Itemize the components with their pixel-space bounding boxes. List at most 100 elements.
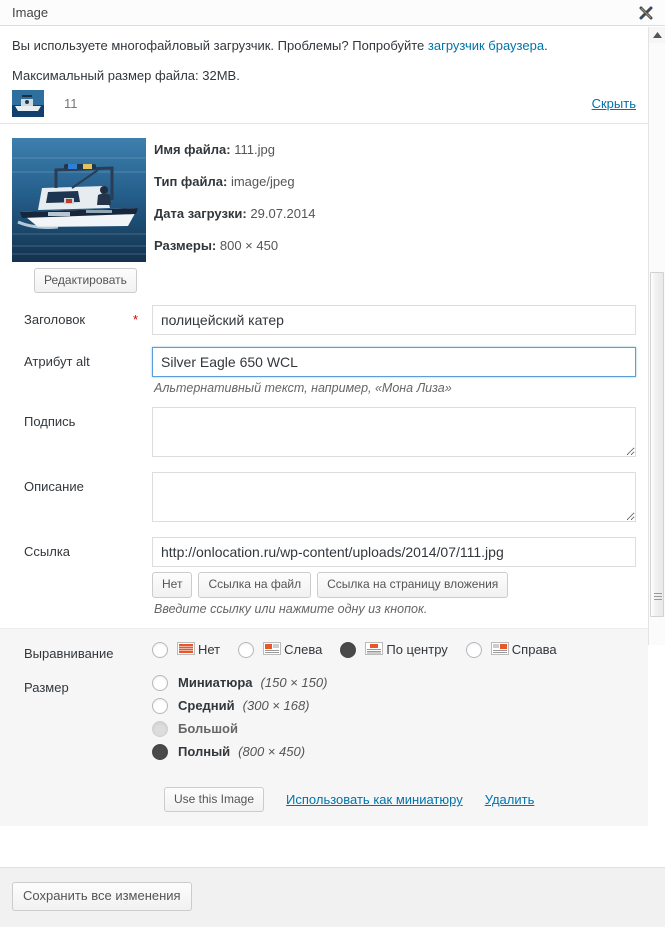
alignment-option-left[interactable]: Слева bbox=[238, 641, 323, 658]
link-none-button[interactable]: Нет bbox=[152, 572, 193, 598]
alignment-label: Выравнивание bbox=[24, 645, 114, 661]
scrollbar-thumb[interactable] bbox=[650, 272, 664, 617]
title-field-label-text: Заголовок bbox=[24, 312, 86, 328]
meta-dimensions: Размеры: 800 × 450 bbox=[154, 238, 315, 253]
meta-filetype: Тип файла: image/jpeg bbox=[154, 174, 315, 189]
field-row-caption: Подпись bbox=[12, 407, 636, 460]
attachment-details: Редактировать Имя файла: 111.jpg Тип фай… bbox=[0, 124, 648, 294]
attachment-thumbnail bbox=[12, 137, 146, 262]
edit-image-button[interactable]: Редактировать bbox=[34, 267, 137, 294]
dialog-scroll-region: Вы используете многофайловый загрузчик. … bbox=[0, 27, 665, 927]
caption-field-control bbox=[152, 407, 636, 460]
browser-uploader-link[interactable]: загрузчик браузера bbox=[428, 38, 544, 53]
vertical-scrollbar[interactable] bbox=[648, 27, 665, 645]
dialog-content: Вы используете многофайловый загрузчик. … bbox=[0, 27, 648, 827]
link-preset-buttons: Нет Ссылка на файл Ссылка на страницу вл… bbox=[152, 567, 636, 598]
align-none-icon bbox=[177, 641, 195, 658]
delete-link[interactable]: Удалить bbox=[485, 792, 535, 807]
size-label: Размер bbox=[24, 679, 69, 695]
size-name-medium: Средний bbox=[178, 698, 235, 714]
size-radio-full[interactable] bbox=[152, 743, 168, 760]
link-field-control: Нет Ссылка на файл Ссылка на страницу вл… bbox=[152, 537, 636, 616]
size-option-medium[interactable]: Средний (300 × 168) bbox=[152, 697, 636, 714]
size-radio-medium[interactable] bbox=[152, 697, 168, 714]
alignment-label-left: Слева bbox=[284, 642, 323, 658]
link-field-label: Ссылка bbox=[24, 544, 71, 560]
alignment-control: Нет Слева По центру Справа bbox=[152, 639, 636, 658]
save-all-changes-button[interactable]: Сохранить все изменения bbox=[12, 882, 192, 911]
alignment-radio-left[interactable] bbox=[238, 641, 255, 658]
alignment-label-center: По центру bbox=[386, 642, 448, 658]
description-textarea[interactable] bbox=[152, 472, 636, 523]
alt-field-hint: Альтернативный текст, например, «Мона Ли… bbox=[154, 381, 452, 396]
alignment-size-band: Выравнивание Нет Слева По центру Справа … bbox=[0, 627, 648, 827]
alignment-radio-none[interactable] bbox=[152, 641, 168, 658]
align-right-icon bbox=[490, 641, 509, 658]
title-input[interactable] bbox=[152, 305, 636, 336]
size-option-full[interactable]: Полный (800 × 450) bbox=[152, 743, 636, 760]
alt-input[interactable] bbox=[152, 347, 636, 378]
meta-uploaded-date: Дата загрузки: 29.07.2014 bbox=[154, 206, 315, 221]
field-row-size: Размер Миниатюра (150 × 150) Средний (30… bbox=[12, 673, 636, 767]
uploader-notice-period: . bbox=[544, 38, 548, 53]
description-field-control bbox=[152, 472, 636, 525]
close-icon[interactable] bbox=[637, 4, 655, 22]
link-to-file-button[interactable]: Ссылка на файл bbox=[198, 572, 312, 598]
alt-field-label: Атрибут alt bbox=[24, 354, 90, 370]
alignment-radio-right[interactable] bbox=[465, 641, 482, 658]
meta-dimensions-label: Размеры: bbox=[154, 237, 217, 253]
meta-uploaded-date-value: 29.07.2014 bbox=[250, 205, 316, 221]
uploader-notice: Вы используете многофайловый загрузчик. … bbox=[0, 27, 648, 56]
meta-filename-label: Имя файла: bbox=[154, 141, 231, 157]
alignment-option-none[interactable]: Нет bbox=[152, 641, 221, 658]
align-center-icon bbox=[365, 641, 384, 658]
scroll-up-arrow-icon[interactable] bbox=[649, 27, 665, 43]
scrollbar-grip-icon bbox=[654, 593, 662, 602]
size-radio-large bbox=[152, 720, 168, 737]
meta-filetype-label: Тип файла: bbox=[154, 173, 228, 189]
alignment-options: Нет Слева По центру Справа bbox=[152, 639, 636, 658]
dialog-titlebar: Image bbox=[0, 0, 665, 26]
link-url-input[interactable] bbox=[152, 537, 636, 568]
size-dims-medium: (300 × 168) bbox=[242, 698, 310, 714]
alignment-label-right: Справа bbox=[511, 642, 557, 658]
attachment-thumbnail-column: Редактировать bbox=[12, 137, 154, 294]
use-as-thumbnail-link[interactable]: Использовать как миниатюру bbox=[286, 792, 463, 807]
link-field-hint: Введите ссылку или нажмите одну из кнопо… bbox=[154, 601, 428, 616]
field-row-alignment: Выравнивание Нет Слева По центру Справа bbox=[12, 639, 636, 661]
size-name-thumbnail: Миниатюра bbox=[178, 675, 253, 691]
link-to-attachment-page-button[interactable]: Ссылка на страницу вложения bbox=[317, 572, 509, 598]
toggle-details-link[interactable]: Скрыть bbox=[592, 96, 636, 111]
title-field-control bbox=[152, 305, 636, 336]
size-radio-thumbnail[interactable] bbox=[152, 674, 168, 691]
size-option-thumbnail[interactable]: Миниатюра (150 × 150) bbox=[152, 674, 636, 691]
meta-filetype-value: image/jpeg bbox=[230, 173, 295, 189]
size-options: Миниатюра (150 × 150) Средний (300 × 168… bbox=[152, 673, 636, 760]
field-row-title: Заголовок * bbox=[12, 305, 636, 336]
caption-textarea[interactable] bbox=[152, 407, 636, 458]
uploader-notice-text: Вы используете многофайловый загрузчик. … bbox=[12, 38, 428, 53]
size-dims-full: (800 × 450) bbox=[238, 744, 306, 760]
meta-filename-value: 111.jpg bbox=[234, 141, 275, 157]
attachment-form: Заголовок * Атрибут alt Альтернативный т… bbox=[0, 293, 648, 616]
field-row-alt: Атрибут alt Альтернативный текст, наприм… bbox=[12, 347, 636, 395]
caption-field-label: Подпись bbox=[24, 414, 76, 430]
meta-filename: Имя файла: 111.jpg bbox=[154, 142, 315, 157]
alt-field-control: Альтернативный текст, например, «Мона Ли… bbox=[152, 347, 636, 395]
uploaded-file-row: 11 Скрыть bbox=[0, 88, 648, 124]
dialog-footer: Сохранить все изменения bbox=[0, 867, 665, 927]
edit-image-button-wrap: Редактировать bbox=[12, 262, 154, 294]
use-this-image-button[interactable]: Use this Image bbox=[164, 786, 265, 813]
alignment-radio-center[interactable] bbox=[340, 641, 357, 658]
size-dims-thumbnail: (150 × 150) bbox=[260, 675, 328, 691]
alignment-label-none: Нет bbox=[198, 642, 221, 658]
alignment-option-right[interactable]: Справа bbox=[465, 641, 557, 658]
attachment-meta-column: Имя файла: 111.jpg Тип файла: image/jpeg… bbox=[154, 138, 315, 294]
description-field-label: Описание bbox=[24, 479, 84, 495]
size-name-full: Полный bbox=[178, 744, 231, 760]
size-option-large: Большой bbox=[152, 720, 636, 737]
meta-uploaded-date-label: Дата загрузки: bbox=[154, 205, 247, 221]
page-title: Image bbox=[12, 5, 49, 20]
alignment-option-center[interactable]: По центру bbox=[340, 641, 448, 658]
file-row-name: 11 bbox=[64, 95, 78, 111]
